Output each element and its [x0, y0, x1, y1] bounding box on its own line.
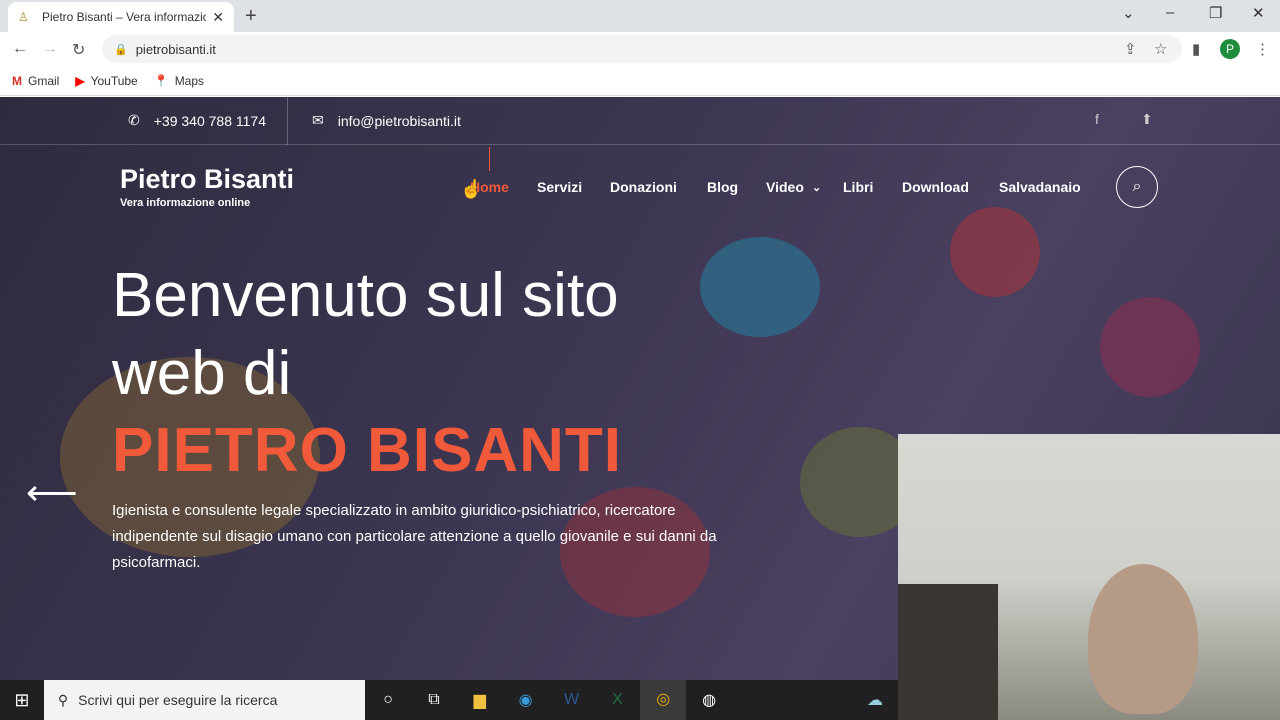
chrome-icon[interactable]: ◎ — [640, 680, 687, 720]
search-button[interactable]: ⌕ — [1116, 166, 1158, 208]
webcam-overlay — [898, 434, 1280, 720]
nav-libri[interactable]: Libri — [843, 179, 873, 195]
email-icon: ✉ — [312, 112, 324, 128]
address-bar[interactable]: 🔒 pietrobisanti.it — [102, 35, 1182, 63]
slider-prev-arrow-icon[interactable]: ⟵ — [26, 472, 78, 514]
share-icon[interactable]: ⇪ — [1124, 40, 1137, 58]
browser-tab[interactable]: ♙ Pietro Bisanti – Vera informazione onl… — [8, 2, 234, 32]
facebook-icon[interactable]: f — [1095, 111, 1099, 127]
hero-line-2: web di — [112, 339, 292, 408]
hero-description: Igienista e consulente legale specializz… — [112, 502, 717, 571]
bookmarks-bar: M Gmail ▶ YouTube 📍 Maps — [0, 66, 1280, 96]
reload-button[interactable]: ↻ — [72, 40, 85, 60]
contact-bar: ✆ +39 340 788 1174 ✉ info@pietrobisanti.it… — [0, 97, 1280, 145]
taskbar-search[interactable]: ⚲ Scrivi qui per eseguire la ricerca — [43, 680, 366, 720]
lock-icon: 🔒 — [114, 43, 128, 56]
task-view-icon[interactable]: ⧉ — [411, 691, 457, 709]
nav-donazioni[interactable]: Donazioni — [610, 179, 677, 195]
tab-bar: ♙ Pietro Bisanti – Vera informazione onl… — [0, 0, 1280, 32]
menu-dots-icon[interactable]: ⋮ — [1255, 40, 1270, 58]
bookmark-star-icon[interactable]: ☆ — [1154, 40, 1167, 58]
side-panel-icon[interactable]: ▮ — [1192, 40, 1200, 58]
back-button[interactable]: ← — [12, 40, 28, 58]
mail-app-icon[interactable]: ◉ — [503, 690, 549, 710]
phone-text: +39 340 788 1174 — [153, 112, 266, 129]
gmail-icon: M — [12, 73, 22, 88]
email-text: info@pietrobisanti.it — [337, 112, 461, 129]
file-explorer-icon[interactable]: ▆ — [457, 690, 503, 710]
hero-line-1: Benvenuto sul sito — [112, 261, 619, 330]
tab-search-icon[interactable]: ⌄ — [1122, 4, 1135, 22]
bg-decoration — [1100, 297, 1200, 397]
nav-servizi[interactable]: Servizi — [537, 179, 582, 195]
forward-button[interactable]: → — [42, 40, 58, 58]
browser-toolbar: ← → ↻ 🔒 pietrobisanti.it ⇪ ☆ ▮ ⋮ — [0, 32, 1280, 66]
windows-taskbar: ⊞ ⚲ Scrivi qui per eseguire la ricerca ○ … — [0, 680, 898, 720]
nav-salvadanaio[interactable]: Salvadanaio — [999, 179, 1081, 195]
word-icon[interactable]: W — [549, 691, 595, 709]
mouse-cursor-icon: ☝ — [460, 179, 483, 199]
nav-download[interactable]: Download — [902, 179, 969, 195]
bookmark-maps[interactable]: 📍 Maps — [154, 74, 204, 88]
bg-decoration — [950, 207, 1040, 297]
bg-decoration — [700, 237, 820, 337]
nav-blog[interactable]: Blog — [707, 179, 738, 195]
minimize-button[interactable]: – — [1166, 4, 1174, 21]
url-text: pietrobisanti.it — [135, 41, 216, 57]
cortana-icon[interactable]: ○ — [365, 691, 411, 709]
bookmark-label: YouTube — [90, 73, 138, 88]
search-placeholder: Scrivi qui per eseguire la ricerca — [78, 692, 278, 708]
active-indicator — [489, 147, 490, 171]
restore-button[interactable]: ❐ — [1209, 4, 1222, 22]
search-icon: ⌕ — [1132, 178, 1142, 195]
bookshelf-image — [898, 584, 998, 720]
obs-icon[interactable]: ◍ — [686, 690, 732, 710]
logo-tagline: Vera informazione online — [120, 197, 251, 209]
divider — [287, 97, 288, 145]
weather-icon[interactable]: ☁ — [852, 690, 898, 710]
bookmark-label: Gmail — [28, 73, 60, 88]
excel-icon[interactable]: X — [594, 691, 640, 709]
hero-name: PIETRO BISANTI — [112, 416, 623, 485]
person-image — [1088, 564, 1198, 714]
logo-name: Pietro Bisanti — [120, 164, 295, 194]
bookmark-label: Maps — [174, 73, 205, 88]
close-window-button[interactable]: ✕ — [1252, 4, 1265, 22]
youtube-icon: ▶ — [75, 73, 85, 88]
new-tab-button[interactable]: + — [245, 5, 257, 28]
hero-heading: Benvenuto sul sito web di — [112, 257, 619, 413]
chevron-down-icon[interactable]: ⌄ — [812, 181, 821, 194]
tab-title: Pietro Bisanti – Vera informazione onlin… — [42, 10, 207, 24]
windows-start-icon[interactable]: ⊞ — [0, 690, 44, 711]
site-favicon-icon: ♙ — [18, 10, 29, 24]
nav-video[interactable]: Video — [766, 179, 804, 195]
search-icon: ⚲ — [57, 691, 69, 708]
close-tab-icon[interactable]: ✕ — [212, 9, 224, 26]
bookmark-youtube[interactable]: ▶ YouTube — [75, 74, 137, 88]
phone-contact[interactable]: ✆ +39 340 788 1174 — [128, 112, 266, 129]
maps-icon: 📍 — [153, 73, 169, 88]
bookmark-gmail[interactable]: M Gmail — [12, 74, 59, 88]
profile-avatar[interactable]: P — [1220, 39, 1240, 59]
social-icon[interactable]: ⬆ — [1141, 111, 1153, 128]
site-logo[interactable]: Pietro Bisanti Vera informazione online — [120, 164, 294, 209]
email-contact[interactable]: ✉ info@pietrobisanti.it — [312, 112, 461, 129]
phone-icon: ✆ — [128, 112, 140, 128]
